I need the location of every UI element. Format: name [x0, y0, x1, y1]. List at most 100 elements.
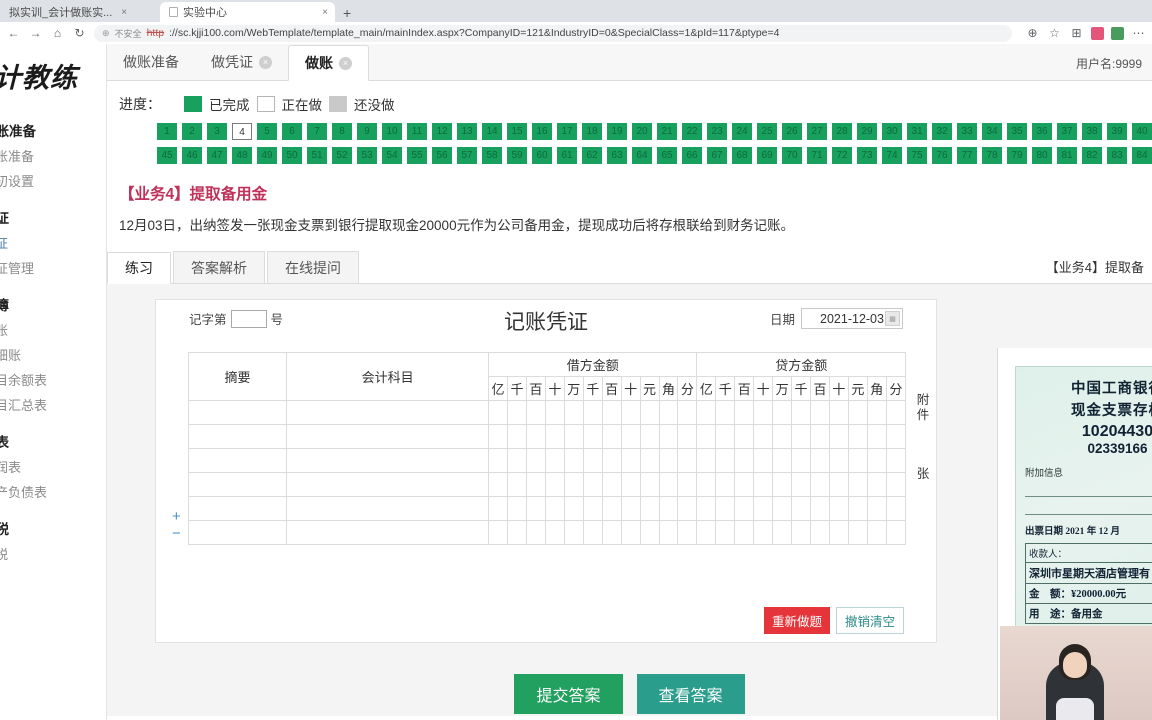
voucher-amount-cell[interactable]: [866, 448, 887, 473]
voucher-amount-cell[interactable]: [753, 424, 774, 449]
voucher-amount-cell[interactable]: [488, 448, 509, 473]
voucher-date-field[interactable]: 2021-12-03 ▦: [801, 308, 903, 329]
tab-zuo-pingzheng[interactable]: 做凭证 ×: [195, 44, 288, 80]
voucher-amount-cell[interactable]: [620, 496, 641, 521]
voucher-row-account-cell[interactable]: [286, 400, 490, 425]
voucher-amount-cell[interactable]: [582, 520, 603, 545]
progress-cell-52[interactable]: 52: [332, 147, 352, 164]
more-menu-icon[interactable]: ⋯: [1131, 26, 1146, 40]
voucher-row-account-cell[interactable]: [286, 424, 490, 449]
sidebar-item-account-summary[interactable]: 科目汇总表: [0, 392, 106, 417]
voucher-amount-cell[interactable]: [639, 496, 660, 521]
progress-cell-39[interactable]: 39: [1107, 123, 1127, 140]
voucher-amount-cell[interactable]: [658, 520, 679, 545]
voucher-amount-cell[interactable]: [753, 496, 774, 521]
extension-green-icon[interactable]: [1111, 26, 1124, 40]
progress-cell-70[interactable]: 70: [782, 147, 802, 164]
voucher-amount-cell[interactable]: [866, 496, 887, 521]
voucher-amount-cell[interactable]: [639, 448, 660, 473]
voucher-row[interactable]: [187, 520, 907, 545]
voucher-amount-cell[interactable]: [866, 400, 887, 425]
add-row-button[interactable]: +: [172, 508, 181, 525]
progress-cell-53[interactable]: 53: [357, 147, 377, 164]
voucher-amount-cell[interactable]: [563, 520, 584, 545]
progress-cell-72[interactable]: 72: [832, 147, 852, 164]
new-tab-button[interactable]: +: [335, 5, 359, 22]
subtab-answer-analysis[interactable]: 答案解析: [173, 251, 265, 283]
progress-cell-40[interactable]: 40: [1132, 123, 1152, 140]
progress-cell-75[interactable]: 75: [907, 147, 927, 164]
voucher-amount-cell[interactable]: [772, 400, 793, 425]
sidebar-item-income-statement[interactable]: 利润表: [0, 454, 106, 479]
voucher-amount-cell[interactable]: [601, 520, 622, 545]
progress-cell-1[interactable]: 1: [157, 123, 177, 140]
voucher-amount-cell[interactable]: [582, 448, 603, 473]
voucher-amount-cell[interactable]: [810, 448, 830, 473]
voucher-amount-cell[interactable]: [828, 448, 849, 473]
progress-cell-21[interactable]: 21: [657, 123, 677, 140]
voucher-amount-cell[interactable]: [810, 496, 830, 521]
progress-cell-68[interactable]: 68: [732, 147, 752, 164]
voucher-amount-cell[interactable]: [488, 496, 509, 521]
progress-cell-79[interactable]: 79: [1007, 147, 1027, 164]
voucher-amount-cell[interactable]: [715, 448, 736, 473]
progress-cell-65[interactable]: 65: [657, 147, 677, 164]
voucher-amount-cell[interactable]: [885, 496, 907, 521]
voucher-amount-cell[interactable]: [715, 400, 736, 425]
voucher-amount-cell[interactable]: [525, 520, 546, 545]
voucher-row-summary-cell[interactable]: [187, 424, 288, 449]
voucher-amount-cell[interactable]: [772, 424, 793, 449]
voucher-row-account-cell[interactable]: [286, 496, 490, 521]
progress-cell-3[interactable]: 3: [207, 123, 227, 140]
voucher-amount-cell[interactable]: [753, 520, 774, 545]
progress-cell-6[interactable]: 6: [282, 123, 302, 140]
sidebar-item-detail-ledger[interactable]: 明细账: [0, 342, 106, 367]
voucher-amount-cell[interactable]: [828, 472, 849, 497]
voucher-amount-cell[interactable]: [810, 424, 830, 449]
progress-cell-34[interactable]: 34: [982, 123, 1002, 140]
progress-cell-81[interactable]: 81: [1057, 147, 1077, 164]
voucher-amount-cell[interactable]: [885, 472, 907, 497]
progress-cell-38[interactable]: 38: [1082, 123, 1102, 140]
voucher-amount-cell[interactable]: [696, 400, 717, 425]
voucher-amount-cell[interactable]: [488, 472, 509, 497]
voucher-amount-cell[interactable]: [658, 424, 679, 449]
progress-cell-33[interactable]: 33: [957, 123, 977, 140]
voucher-amount-cell[interactable]: [677, 472, 698, 497]
zoom-icon[interactable]: ⊕: [1025, 26, 1040, 40]
voucher-amount-cell[interactable]: [791, 448, 812, 473]
voucher-amount-cell[interactable]: [639, 400, 660, 425]
extension-pink-icon[interactable]: [1091, 26, 1104, 40]
voucher-amount-cell[interactable]: [658, 448, 679, 473]
voucher-amount-cell[interactable]: [772, 496, 793, 521]
voucher-row[interactable]: [187, 496, 907, 521]
progress-cell-74[interactable]: 74: [882, 147, 902, 164]
voucher-amount-cell[interactable]: [601, 496, 622, 521]
voucher-amount-cell[interactable]: [753, 472, 774, 497]
voucher-row[interactable]: [187, 448, 907, 473]
voucher-row-account-cell[interactable]: [286, 472, 490, 497]
voucher-amount-cell[interactable]: [696, 520, 717, 545]
voucher-amount-cell[interactable]: [601, 472, 622, 497]
voucher-amount-cell[interactable]: [525, 472, 546, 497]
webcam-overlay[interactable]: [1000, 626, 1152, 720]
voucher-amount-cell[interactable]: [734, 400, 755, 425]
voucher-amount-cell[interactable]: [885, 520, 907, 545]
voucher-amount-cell[interactable]: [847, 472, 868, 497]
progress-cell-35[interactable]: 35: [1007, 123, 1027, 140]
voucher-amount-cell[interactable]: [582, 472, 603, 497]
progress-cell-36[interactable]: 36: [1032, 123, 1052, 140]
voucher-row-summary-cell[interactable]: [187, 400, 288, 425]
voucher-amount-cell[interactable]: [507, 496, 527, 521]
voucher-amount-cell[interactable]: [866, 424, 887, 449]
voucher-amount-cell[interactable]: [488, 424, 509, 449]
voucher-amount-cell[interactable]: [828, 424, 849, 449]
progress-cell-83[interactable]: 83: [1107, 147, 1127, 164]
progress-cell-63[interactable]: 63: [607, 147, 627, 164]
undo-clear-button[interactable]: 撤销清空: [835, 607, 904, 634]
voucher-row-summary-cell[interactable]: [187, 448, 288, 473]
voucher-row-account-cell[interactable]: [286, 520, 490, 545]
voucher-amount-cell[interactable]: [734, 520, 755, 545]
back-icon[interactable]: ←: [6, 26, 21, 40]
favorite-star-icon[interactable]: ☆: [1047, 26, 1062, 40]
